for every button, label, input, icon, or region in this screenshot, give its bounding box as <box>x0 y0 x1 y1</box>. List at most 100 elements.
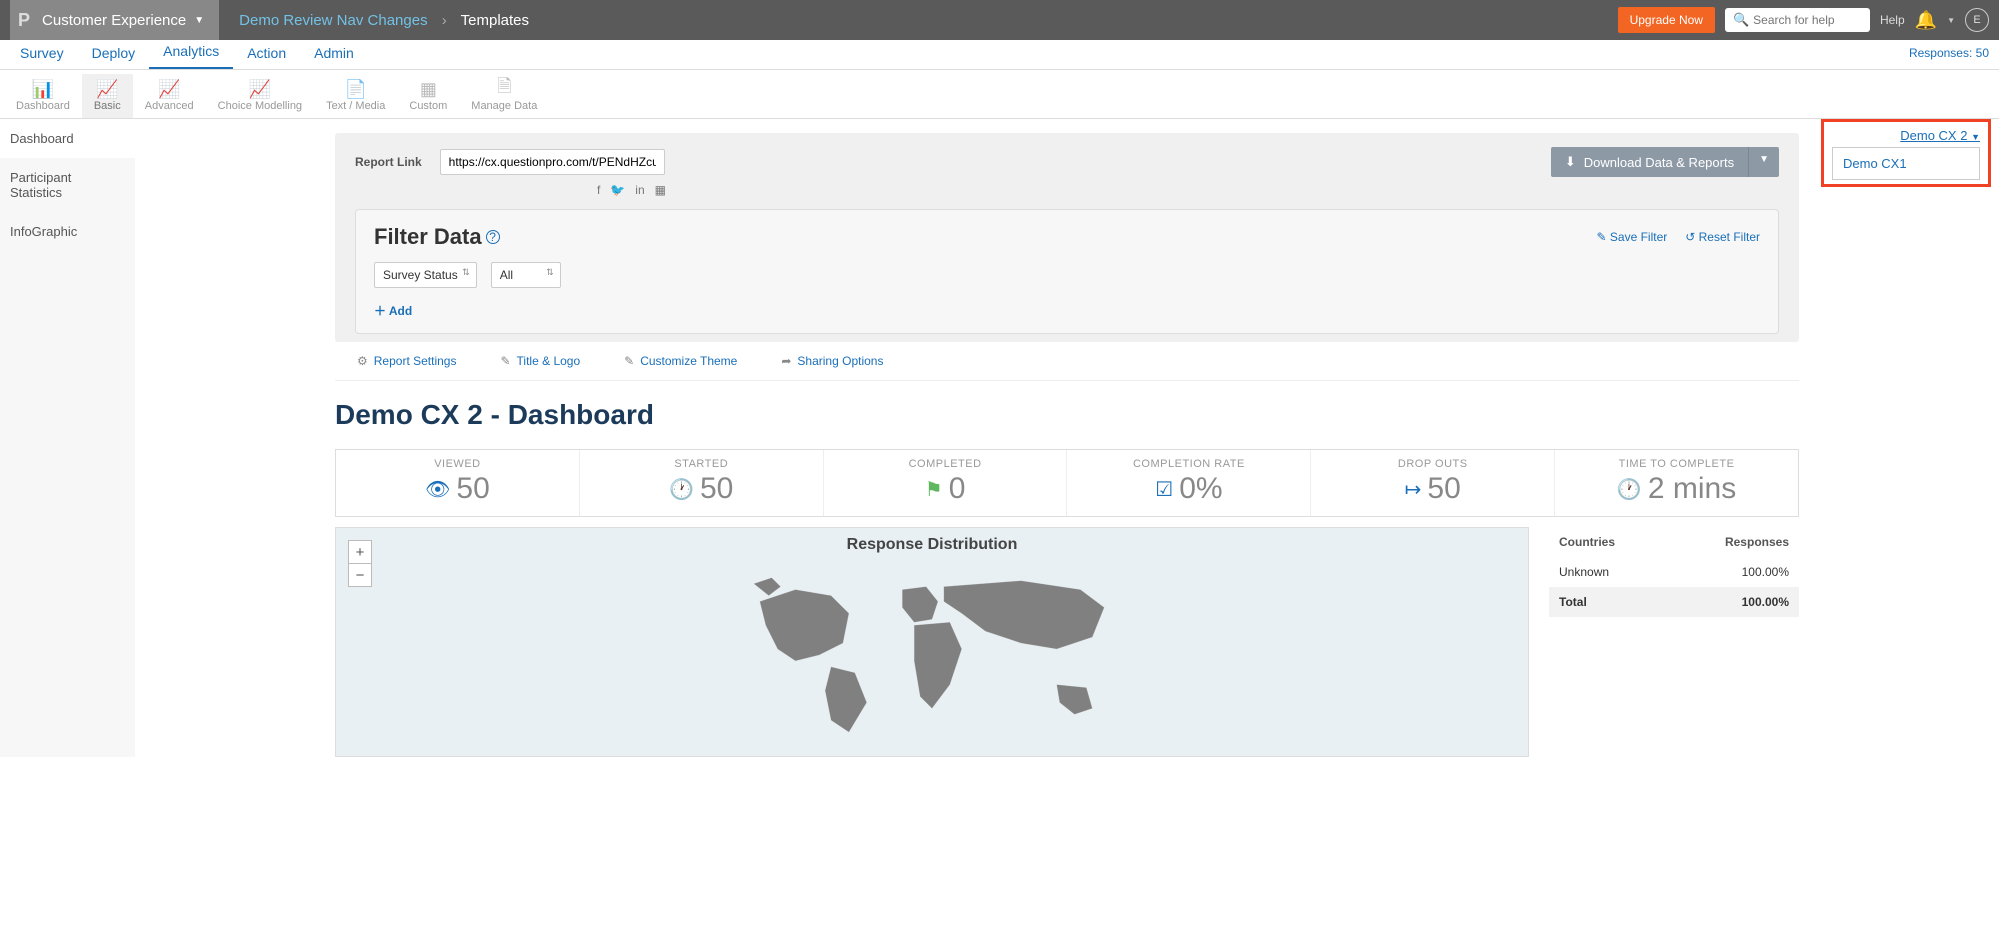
top-bar: P Customer Experience ▼ Demo Review Nav … <box>0 0 1999 40</box>
search-input[interactable] <box>1753 13 1862 27</box>
crumb-current: Templates <box>461 12 529 29</box>
subtab-custom[interactable]: ▦Custom <box>397 74 459 118</box>
filter-value-select[interactable]: All <box>491 262 561 288</box>
stat-completed: COMPLETED⚑0 <box>824 450 1068 516</box>
zoom-out-button[interactable]: − <box>348 563 372 587</box>
stat-label: TIME TO COMPLETE <box>1559 458 1794 470</box>
subtab-label: Advanced <box>145 100 194 112</box>
help-link[interactable]: Help <box>1880 13 1905 27</box>
tab-analytics[interactable]: Analytics <box>149 37 233 69</box>
stat-label: VIEWED <box>340 458 575 470</box>
subtab-basic[interactable]: 📈Basic <box>82 74 133 118</box>
tab-deploy[interactable]: Deploy <box>78 39 150 69</box>
add-filter-button[interactable]: ＋ Add <box>374 302 412 319</box>
search-input-wrap[interactable]: 🔍 <box>1725 8 1870 32</box>
option-tabs: ⚙Report Settings ✎Title & Logo ✎Customiz… <box>335 342 1799 381</box>
twitter-icon[interactable]: 🐦 <box>610 183 625 197</box>
facebook-icon[interactable]: f <box>597 183 600 197</box>
world-map[interactable] <box>336 554 1528 744</box>
search-icon: 🔍 <box>1733 12 1749 28</box>
secondary-tabs: 📊Dashboard 📈Basic 📈Advanced 📈Choice Mode… <box>0 70 1999 119</box>
linkedin-icon[interactable]: in <box>635 183 644 197</box>
stat-started: STARTED🕐50 <box>580 450 824 516</box>
social-icons: f 🐦 in ▦ <box>597 183 1779 197</box>
brand-menu[interactable]: P Customer Experience ▼ <box>10 0 219 40</box>
edit-icon: ✎ <box>624 354 634 368</box>
filter-panel: Filter Data ? ✎ Save Filter ↺ Reset Filt… <box>355 209 1779 334</box>
cx-current-label: Demo CX 2 <box>1900 128 1967 143</box>
stat-value: 0% <box>1179 472 1222 506</box>
add-filter-label: Add <box>389 304 412 318</box>
tab-survey[interactable]: Survey <box>6 39 78 69</box>
caret-down-icon: ▼ <box>1971 132 1980 142</box>
opttab-label: Report Settings <box>374 354 457 368</box>
col-countries: Countries <box>1559 535 1725 549</box>
stat-value: 2 mins <box>1648 472 1736 506</box>
tab-admin[interactable]: Admin <box>300 39 368 69</box>
cx-switcher-dropdown: Demo CX 2 ▼ Demo CX1 <box>1821 119 1991 187</box>
map-row: Response Distribution + − CountriesRespo… <box>335 527 1799 757</box>
main-content: Demo CX 2 ▼ Demo CX1 Report Link ⬇ Downlo… <box>135 119 1999 757</box>
title-logo-tab[interactable]: ✎Title & Logo <box>478 342 602 380</box>
zoom-in-button[interactable]: + <box>348 540 372 564</box>
tab-action[interactable]: Action <box>233 39 300 69</box>
bell-icon[interactable]: 🔔 <box>1915 10 1937 31</box>
reset-filter-button[interactable]: ↺ Reset Filter <box>1685 230 1760 244</box>
help-icon[interactable]: ? <box>486 230 500 244</box>
cx-current[interactable]: Demo CX 2 ▼ <box>1832 128 1980 143</box>
stat-label: DROP OUTS <box>1315 458 1550 470</box>
caret-down-icon: ▼ <box>1947 16 1955 25</box>
stat-dropouts: DROP OUTS↦50 <box>1311 450 1555 516</box>
save-filter-button[interactable]: ✎ Save Filter <box>1597 230 1668 244</box>
primary-tabs: Survey Deploy Analytics Action Admin Res… <box>0 40 1999 70</box>
subtab-dashboard[interactable]: 📊Dashboard <box>4 74 82 118</box>
countries-table: CountriesResponses Unknown100.00% Total1… <box>1549 527 1799 757</box>
sharing-options-tab[interactable]: ➦Sharing Options <box>759 342 905 380</box>
map-card: Response Distribution + − <box>335 527 1529 757</box>
qr-icon[interactable]: ▦ <box>655 183 666 197</box>
subtab-manage-data[interactable]: 🗎Manage Data <box>459 74 549 118</box>
stat-value: 50 <box>456 472 489 506</box>
cx-option[interactable]: Demo CX1 <box>1832 147 1980 180</box>
clock-icon: 🕐 <box>669 477 694 502</box>
edit-icon: ✎ <box>500 354 510 368</box>
sidebar-item-participant-stats[interactable]: Participant Statistics <box>0 158 135 212</box>
filter-dimension-select[interactable]: Survey Status <box>374 262 477 288</box>
subtab-choice[interactable]: 📈Choice Modelling <box>206 74 314 118</box>
table-total-row: Total100.00% <box>1549 587 1799 617</box>
filter-title: Filter Data <box>374 224 482 250</box>
line-chart-icon: 📈 <box>218 78 302 100</box>
breadcrumb: Demo Review Nav Changes › Templates <box>239 12 529 29</box>
stat-value: 50 <box>1427 472 1460 506</box>
crumb-parent[interactable]: Demo Review Nav Changes <box>239 12 427 29</box>
sidebar-item-dashboard[interactable]: Dashboard <box>0 119 135 158</box>
breadcrumb-separator: › <box>442 12 447 29</box>
download-icon: ⬇ <box>1565 154 1576 170</box>
subtab-advanced[interactable]: 📈Advanced <box>133 74 206 118</box>
customize-theme-tab[interactable]: ✎Customize Theme <box>602 342 759 380</box>
dashboard-title: Demo CX 2 - Dashboard <box>335 399 1799 431</box>
responses-count[interactable]: Responses: 50 <box>1909 46 1989 60</box>
report-link-label: Report Link <box>355 155 422 169</box>
clock-icon: 🕐 <box>1617 477 1642 502</box>
subtab-label: Choice Modelling <box>218 100 302 112</box>
download-caret[interactable]: ▼ <box>1748 147 1779 177</box>
sidebar-item-infographic[interactable]: InfoGraphic <box>0 212 135 251</box>
cell-total-value: 100.00% <box>1742 595 1789 609</box>
download-label: Download Data & Reports <box>1584 155 1734 170</box>
avatar[interactable]: E <box>1965 8 1989 32</box>
upgrade-button[interactable]: Upgrade Now <box>1618 7 1715 33</box>
report-link-input[interactable] <box>440 149 665 175</box>
grid-icon: ▦ <box>409 78 447 100</box>
subtab-label: Custom <box>409 100 447 112</box>
subtab-text-media[interactable]: 📄Text / Media <box>314 74 397 118</box>
download-button[interactable]: ⬇ Download Data & Reports <box>1551 147 1748 177</box>
stats-row: VIEWED👁50 STARTED🕐50 COMPLETED⚑0 COMPLET… <box>335 449 1799 517</box>
caret-down-icon: ▼ <box>194 15 204 26</box>
cell-response: 100.00% <box>1742 565 1789 579</box>
document-icon: 📄 <box>326 78 385 100</box>
stat-time: TIME TO COMPLETE 🕐2 mins <box>1555 450 1798 516</box>
table-header: CountriesResponses <box>1549 527 1799 557</box>
check-icon: ☑ <box>1155 477 1173 502</box>
report-settings-tab[interactable]: ⚙Report Settings <box>335 342 478 380</box>
